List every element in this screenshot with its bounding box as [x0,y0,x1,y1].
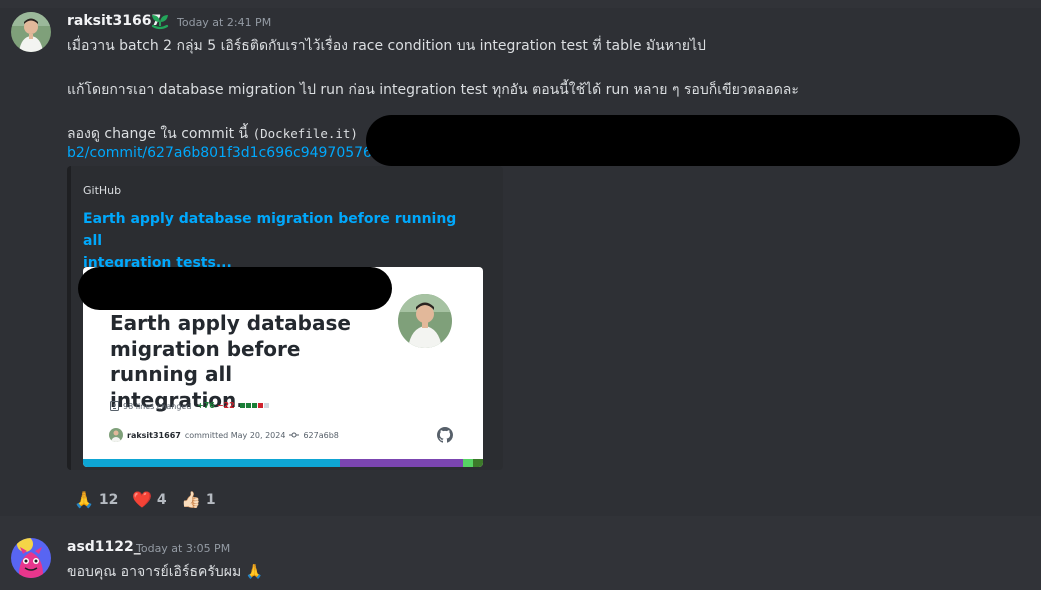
card-title: Earth apply database migration before ru… [110,311,351,412]
chat-messages: raksit31667 Today at 2:41 PM เมื่อวาน ba… [0,0,1041,590]
reaction-pray[interactable]: 🙏 12 [70,489,122,511]
reaction-heart[interactable]: ❤️ 4 [128,489,171,511]
pray-emoji-icon: 🙏 [74,490,94,509]
message-line: เมื่อวาน batch 2 กลุ่ม 5 เอิร์ธติดกับเรา… [67,38,706,54]
embed-title-line[interactable]: Earth apply database migration before ru… [83,208,463,252]
thumbs-up-emoji-icon: 👍🏻 [181,490,201,509]
message-line: แก้โดยการเอา database migration ไป run ก… [67,82,799,98]
reaction-thumbs-up[interactable]: 👍🏻 1 [177,489,220,511]
embed-title[interactable]: Earth apply database migration before ru… [83,208,463,274]
language-segment [463,459,473,467]
language-segment [83,459,340,467]
additions: +76 [197,401,215,410]
message-text: ลองดู change ใน commit นี้ [67,126,253,142]
redaction-mark [78,267,392,310]
embed-provider[interactable]: GitHub [83,184,121,197]
commit-sha: 627a6b8 [303,430,339,440]
reaction-count: 4 [156,492,167,508]
commit-link[interactable]: b2/commit/627a6b801f3d1c696c949705767a [67,145,389,161]
username[interactable]: asd1122_ [67,539,141,555]
lines-changed: 98 lines changed [110,401,191,411]
author-avatar [109,428,123,442]
language-bar [83,459,483,467]
redaction-mark [366,115,1020,166]
diff-stat: +76 −22 [197,401,269,410]
deletions: −22 [216,401,235,410]
inline-code: (Dockefile.it) [252,126,358,141]
reaction-count: 12 [98,492,119,508]
heart-emoji-icon: ❤️ [132,490,152,509]
committed-date: committed May 20, 2024 [184,430,286,440]
file-diff-icon [110,401,119,411]
message-line: ขอบคุณ อาจารย์เอิร์ธครับผม 🙏 [67,564,264,580]
reaction-count: 1 [205,492,216,508]
avatar[interactable] [11,538,51,578]
card-footer: raksit31667 committed May 20, 2024 627a6… [109,428,339,442]
diff-blocks [239,403,269,408]
card-avatar [398,294,452,348]
leaf-badge-icon[interactable] [150,13,170,31]
github-icon [437,427,453,443]
timestamp: Today at 2:41 PM [177,16,272,29]
timestamp: Today at 3:05 PM [136,542,231,555]
author-name: raksit31667 [127,430,181,440]
language-segment [473,459,483,467]
lines-changed-text: 98 lines changed [123,401,192,411]
commit-icon [289,432,300,438]
avatar[interactable] [11,12,51,52]
username[interactable]: raksit31667 [67,13,161,29]
language-segment [340,459,463,467]
message-line: ลองดู change ใน commit นี้ (Dockefile.it… [67,123,358,145]
